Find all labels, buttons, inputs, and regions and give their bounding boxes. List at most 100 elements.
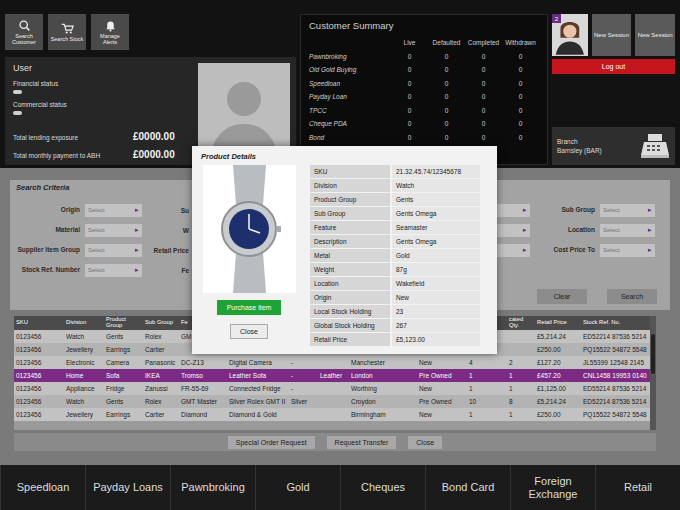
detail-row: Global Stock Holding 267 <box>310 319 480 332</box>
new-session-button[interactable]: New Session <box>635 14 675 56</box>
select-field[interactable]: Select▸ <box>85 244 142 257</box>
detail-row: Retail Price £5,123.00 <box>310 333 480 346</box>
status-item: Commercial status <box>13 101 190 115</box>
nav-item[interactable]: Gold <box>255 465 340 510</box>
column-header: SKU <box>14 316 64 330</box>
summary-value: 0 <box>391 66 428 73</box>
table-row[interactable]: 0123456HomeSofaIKEATromsoLeather Sofa-Le… <box>14 369 650 382</box>
nav-item[interactable]: Retail <box>595 465 680 510</box>
summary-value: 0 <box>391 93 428 100</box>
summary-value: 0 <box>502 53 539 60</box>
field-label: Retail Price <box>147 247 189 254</box>
nav-item[interactable]: Speedloan <box>0 465 85 510</box>
table-row[interactable]: 0123456WatchGentsRolexGMT MasterSilver R… <box>14 395 650 408</box>
field-label: Su <box>147 207 189 214</box>
summary-value: 0 <box>465 134 502 141</box>
toolbar-button[interactable]: Search Stock <box>48 14 86 50</box>
action-button[interactable]: Request Transfer <box>327 436 397 449</box>
field-label: Supplier Item Group <box>16 247 80 254</box>
summary-label: Pawnbroking <box>309 53 391 60</box>
agent-photo[interactable]: 2 <box>552 14 588 56</box>
select-field[interactable]: Select▸ <box>85 264 142 277</box>
select-field[interactable]: Select▸ <box>85 224 142 237</box>
field-label: Stock Ref. Number <box>16 267 80 274</box>
status-toggle[interactable] <box>13 90 22 94</box>
summary-value: 0 <box>502 80 539 87</box>
customer-summary: Customer Summary LiveDefaultedCompletedW… <box>300 14 548 165</box>
details-table: SKU 21.32.45.74/12345678Division WatchPr… <box>310 165 480 346</box>
nav-item[interactable]: Pawnbroking <box>170 465 255 510</box>
total-row: Total monthly payment to ABH £0000.00 <box>13 149 190 160</box>
summary-value: 0 <box>465 93 502 100</box>
summary-label: Cheque PDA <box>309 120 391 127</box>
summary-value: 0 <box>391 53 428 60</box>
select-field[interactable]: ▸ <box>497 204 530 217</box>
column-header: cated Qty. <box>507 316 535 330</box>
table-row[interactable]: 0123456JewelleryEarringsCartierDiamondDi… <box>14 408 650 421</box>
table-row[interactable]: 0123456ApplianceFridgeZanussiFR-55-69Con… <box>14 382 650 395</box>
cart-icon <box>61 22 74 35</box>
action-button[interactable]: Special Order Request <box>228 436 315 449</box>
action-bar: Special Order Request Request Transfer Clo… <box>14 433 656 451</box>
alert-badge: 2 <box>552 14 561 23</box>
summary-value: 0 <box>428 107 465 114</box>
field-label: Origin <box>16 207 80 214</box>
select-field[interactable]: Select▸ <box>85 204 142 217</box>
search-button[interactable]: Search <box>607 289 657 304</box>
nav-item[interactable]: Foreign Exchange <box>510 465 595 510</box>
select-field[interactable]: Select▸ <box>600 204 655 217</box>
detail-row: Product Group Gents <box>310 193 480 206</box>
logout-button[interactable]: Log out <box>552 59 675 74</box>
summary-value: 0 <box>391 120 428 127</box>
detail-row: Local Stock Holding 23 <box>310 305 480 318</box>
field-label: W <box>147 227 189 234</box>
field-label: Sub Group <box>535 207 595 214</box>
bell-icon <box>104 19 117 32</box>
summary-column: Withdrawn <box>502 39 539 46</box>
new-session-button[interactable]: New Session <box>592 14 632 56</box>
detail-row: Location Wakefield <box>310 277 480 290</box>
toolbar-button[interactable]: Manage Alerts <box>91 14 129 50</box>
field-label: Location <box>535 227 595 234</box>
column-header: Stock Ref. No. <box>581 316 650 330</box>
nav-item[interactable]: Cheques <box>340 465 425 510</box>
select-field[interactable]: ▸ <box>497 244 530 257</box>
select-field[interactable]: ▸ <box>497 224 530 237</box>
search-button[interactable]: Clear <box>537 289 587 304</box>
purchase-button[interactable]: Purchase item <box>217 300 281 315</box>
branch-panel: Branch Barnsley (BAR) <box>552 127 675 165</box>
status-item: Financial status <box>13 80 190 94</box>
header-area: Search Customer Search Stock Manage Aler… <box>0 0 680 168</box>
detail-row: Weight 87g <box>310 263 480 276</box>
table-row[interactable]: 0123456ElectronicCameraPanasonicDC-Z13Di… <box>14 356 650 369</box>
nav-item[interactable]: Payday Loans <box>85 465 170 510</box>
summary-value: 0 <box>428 80 465 87</box>
cash-register-icon <box>640 133 670 159</box>
summary-value: 0 <box>502 93 539 100</box>
summary-label: TPCC <box>309 107 391 114</box>
detail-row: Origin New <box>310 291 480 304</box>
detail-row: Sub Group Gents Omega <box>310 207 480 220</box>
column-header: Product Group <box>104 316 143 330</box>
toolbar-button[interactable]: Search Customer <box>5 14 43 50</box>
summary-value: 0 <box>391 107 428 114</box>
field-label: Material <box>16 227 80 234</box>
column-header: Sub Group <box>143 316 179 330</box>
column-header: Retail Price <box>535 316 581 330</box>
nav-item[interactable]: Bond Card <box>425 465 510 510</box>
summary-value: 0 <box>502 120 539 127</box>
action-button[interactable]: Close <box>408 436 442 449</box>
close-button[interactable]: Close <box>230 324 268 339</box>
dialog-title: Product Details <box>201 151 488 163</box>
status-toggle[interactable] <box>13 111 22 115</box>
product-image <box>203 165 296 293</box>
scrollbar[interactable] <box>650 316 656 430</box>
summary-value: 0 <box>428 120 465 127</box>
select-field[interactable]: Select▸ <box>600 224 655 237</box>
summary-label: Payday Loan <box>309 93 391 100</box>
select-field[interactable]: Select▸ <box>600 244 655 257</box>
detail-row: Feature Seamaster <box>310 221 480 234</box>
summary-value: 0 <box>391 134 428 141</box>
field-label: Cost Price To <box>535 247 595 254</box>
detail-row: SKU 21.32.45.74/12345678 <box>310 165 480 178</box>
